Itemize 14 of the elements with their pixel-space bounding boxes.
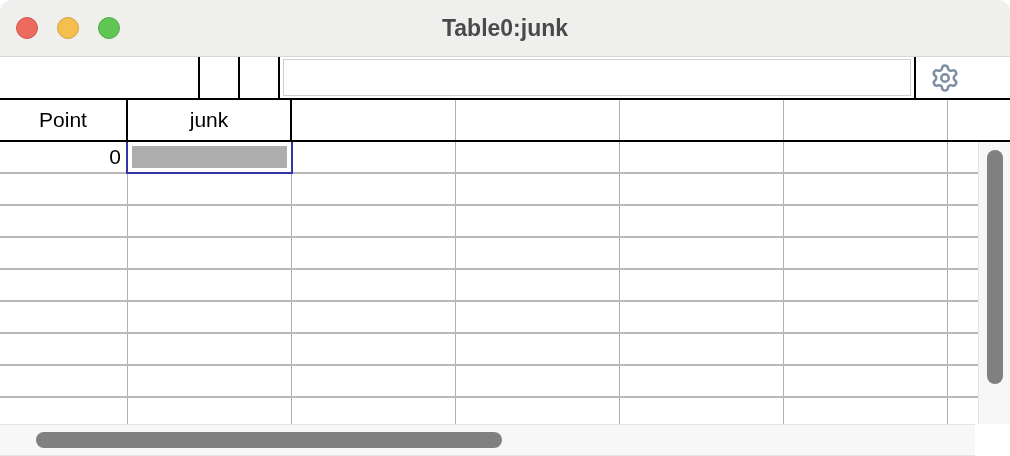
window-title: Table0:junk — [441, 13, 569, 43]
settings-icon[interactable] — [930, 62, 960, 93]
horizontal-scrollbar[interactable] — [0, 424, 975, 456]
column-header[interactable]: junk — [189, 104, 229, 136]
close-button[interactable] — [16, 17, 38, 39]
zoom-button[interactable] — [98, 17, 120, 39]
column-header[interactable]: Point — [39, 104, 87, 136]
vertical-scrollbar[interactable] — [978, 142, 1010, 424]
minimize-button[interactable] — [57, 17, 79, 39]
row-number: 0 — [109, 144, 121, 171]
table-cell[interactable] — [126, 142, 293, 174]
scroll-thumb[interactable] — [986, 150, 1003, 384]
scroll-thumb[interactable] — [36, 432, 502, 448]
entry-field[interactable] — [283, 59, 911, 96]
